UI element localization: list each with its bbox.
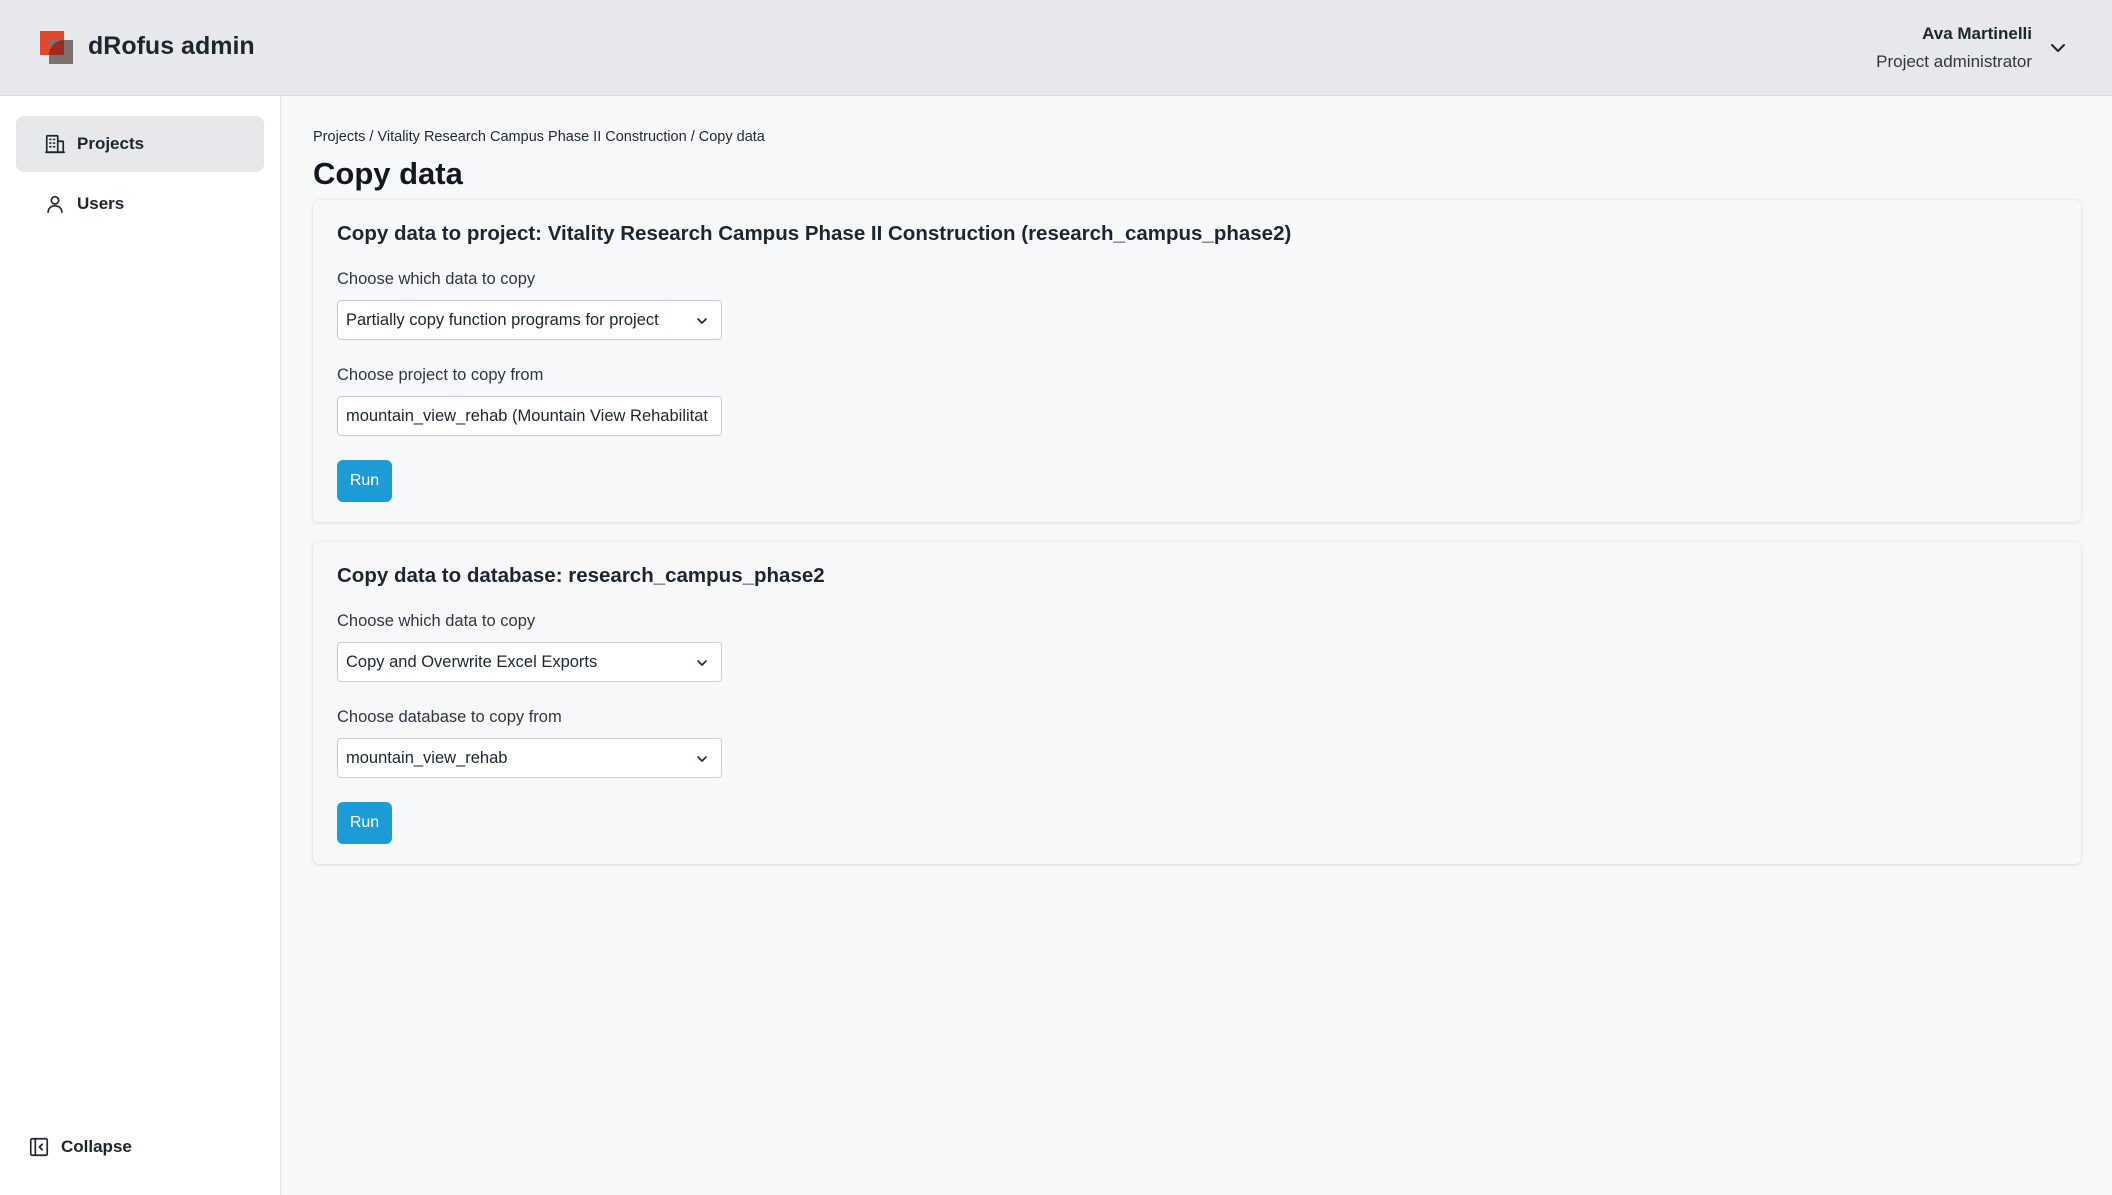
app-title: dRofus admin <box>88 32 255 60</box>
top-header: dRofus admin Ava Martinelli Project admi… <box>0 0 2112 96</box>
source-database-select[interactable]: mountain_view_rehab <box>337 738 722 778</box>
main-content: Projects / Vitality Research Campus Phas… <box>282 96 2112 1195</box>
source-project-input[interactable]: mountain_view_rehab (Mountain View Rehab… <box>337 396 722 436</box>
database-data-type-select[interactable]: Copy and Overwrite Excel Exports <box>337 642 722 682</box>
source-project-label: Choose project to copy from <box>337 366 544 384</box>
select-value: mountain_view_rehab <box>346 748 508 767</box>
sidebar-item-projects[interactable]: Projects <box>16 116 264 172</box>
copy-to-project-card: Copy data to project: Vitality Research … <box>313 200 2081 522</box>
run-button[interactable]: Run <box>337 460 392 502</box>
collapse-sidebar-icon <box>29 1137 49 1157</box>
sidebar: Projects Users Collapse <box>0 96 281 1195</box>
page-title: Copy data <box>313 156 463 191</box>
copy-to-database-card: Copy data to database: research_campus_p… <box>313 542 2081 864</box>
collapse-label: Collapse <box>61 1137 132 1156</box>
chevron-down-icon <box>697 756 707 762</box>
chevron-down-icon[interactable] <box>2048 38 2068 58</box>
sidebar-item-users[interactable]: Users <box>16 176 264 232</box>
data-type-label: Choose which data to copy <box>337 612 536 630</box>
user-icon <box>47 195 63 214</box>
data-type-label: Choose which data to copy <box>337 270 536 288</box>
drofus-logo-icon <box>40 31 73 64</box>
card-title: Copy data to project: Vitality Research … <box>337 222 1292 245</box>
select-value: Partially copy function programs for pro… <box>346 310 659 329</box>
building-icon <box>45 134 65 154</box>
sidebar-item-label: Projects <box>77 134 145 153</box>
collapse-button[interactable]: Collapse <box>28 1136 132 1158</box>
user-name[interactable]: Ava Martinelli <box>1922 24 2032 44</box>
run-button[interactable]: Run <box>337 802 392 844</box>
user-role: Project administrator <box>1876 52 2032 71</box>
chevron-down-icon <box>697 660 707 666</box>
source-database-label: Choose database to copy from <box>337 708 562 726</box>
card-title: Copy data to database: research_campus_p… <box>337 564 825 587</box>
select-value: Copy and Overwrite Excel Exports <box>346 652 598 671</box>
breadcrumb[interactable]: Projects / Vitality Research Campus Phas… <box>313 129 765 145</box>
chevron-down-icon <box>697 318 707 324</box>
project-data-type-select[interactable]: Partially copy function programs for pro… <box>337 300 722 340</box>
sidebar-item-label: Users <box>77 194 125 213</box>
